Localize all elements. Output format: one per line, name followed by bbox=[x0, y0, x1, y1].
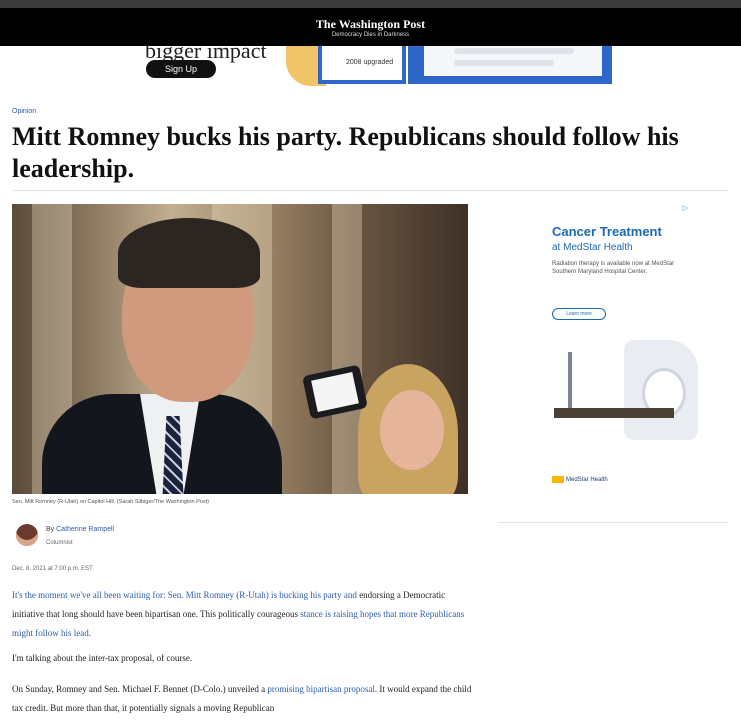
byline: By Catherine Rampell bbox=[46, 526, 114, 533]
adchoices-icon[interactable]: ▷ bbox=[683, 204, 688, 212]
byline-prefix: By bbox=[46, 526, 55, 533]
sidebar-ad[interactable]: ▷ Cancer Treatment at MedStar Health Rad… bbox=[498, 200, 726, 520]
site-tagline: Democracy Dies in Darkness bbox=[331, 32, 410, 38]
sidebar-ad-body: Radiation therapy is available now at Me… bbox=[552, 261, 675, 275]
article-paragraph: I'm talking about the inter-tax proposal… bbox=[12, 649, 474, 668]
article-headline: Mitt Romney bucks his party. Republicans… bbox=[12, 122, 679, 183]
brand-logo-icon bbox=[552, 476, 564, 483]
section-label[interactable]: Opinion bbox=[12, 108, 36, 115]
banner-ad-panel: 2008 upgraded bbox=[318, 46, 406, 84]
paragraph-link[interactable]: It's the moment we've all been waiting f… bbox=[12, 590, 357, 600]
sidebar-ad-brand: MedStar Health bbox=[566, 477, 608, 484]
machine-arm bbox=[568, 352, 572, 412]
radiation-machine-image bbox=[554, 330, 698, 460]
signup-button[interactable]: Sign Up bbox=[146, 60, 216, 78]
sidebar-ad-subhead: at MedStar Health bbox=[552, 242, 633, 253]
top-banner-ad[interactable]: bigger impact Sign Up 2008 upgraded bbox=[0, 46, 741, 88]
banner-ad-screen bbox=[424, 46, 602, 76]
sidebar-ad-headline: Cancer Treatment bbox=[552, 224, 662, 239]
sidebar-divider bbox=[498, 522, 728, 523]
sidebar-ad-learn-more-button[interactable]: Learn more bbox=[552, 308, 606, 320]
lead-photo bbox=[12, 204, 468, 494]
photo-subject-hair bbox=[118, 218, 260, 288]
author-link[interactable]: Catherine Rampell bbox=[56, 526, 114, 533]
sidebar-ad-brand-logo: MedStar Health bbox=[552, 476, 608, 483]
headline-divider bbox=[12, 190, 728, 191]
machine-gantry bbox=[624, 340, 698, 440]
article-paragraph: It's the moment we've all been waiting f… bbox=[12, 586, 474, 643]
photo-caption: Sen. Mitt Romney (R-Utah) on Capitol Hil… bbox=[12, 499, 209, 505]
site-logo[interactable]: The Washington Post bbox=[0, 17, 741, 32]
publish-date: Dec. 8, 2021 at 7:00 p.m. EST bbox=[12, 566, 93, 572]
banner-ad-screenshot bbox=[408, 46, 612, 84]
paragraph-link[interactable]: promising bipartisan proposal bbox=[267, 684, 375, 694]
author-avatar[interactable] bbox=[16, 524, 38, 546]
banner-ad-bar bbox=[454, 60, 554, 66]
masthead-bar: The Washington Post Democracy Dies in Da… bbox=[0, 0, 741, 46]
author-role: Columnist bbox=[46, 540, 73, 546]
machine-table bbox=[554, 408, 674, 418]
photo-reporter-face bbox=[380, 390, 444, 470]
browser-chrome-strip bbox=[0, 0, 741, 8]
paragraph-text: On Sunday, Romney and Sen. Michael F. Be… bbox=[12, 684, 266, 694]
banner-ad-panel-label: 2008 upgraded bbox=[346, 59, 394, 66]
paragraph-text: I'm talking about the inter-tax proposal… bbox=[12, 653, 193, 663]
article-paragraph: On Sunday, Romney and Sen. Michael F. Be… bbox=[12, 680, 474, 718]
banner-ad-bar bbox=[454, 48, 574, 54]
